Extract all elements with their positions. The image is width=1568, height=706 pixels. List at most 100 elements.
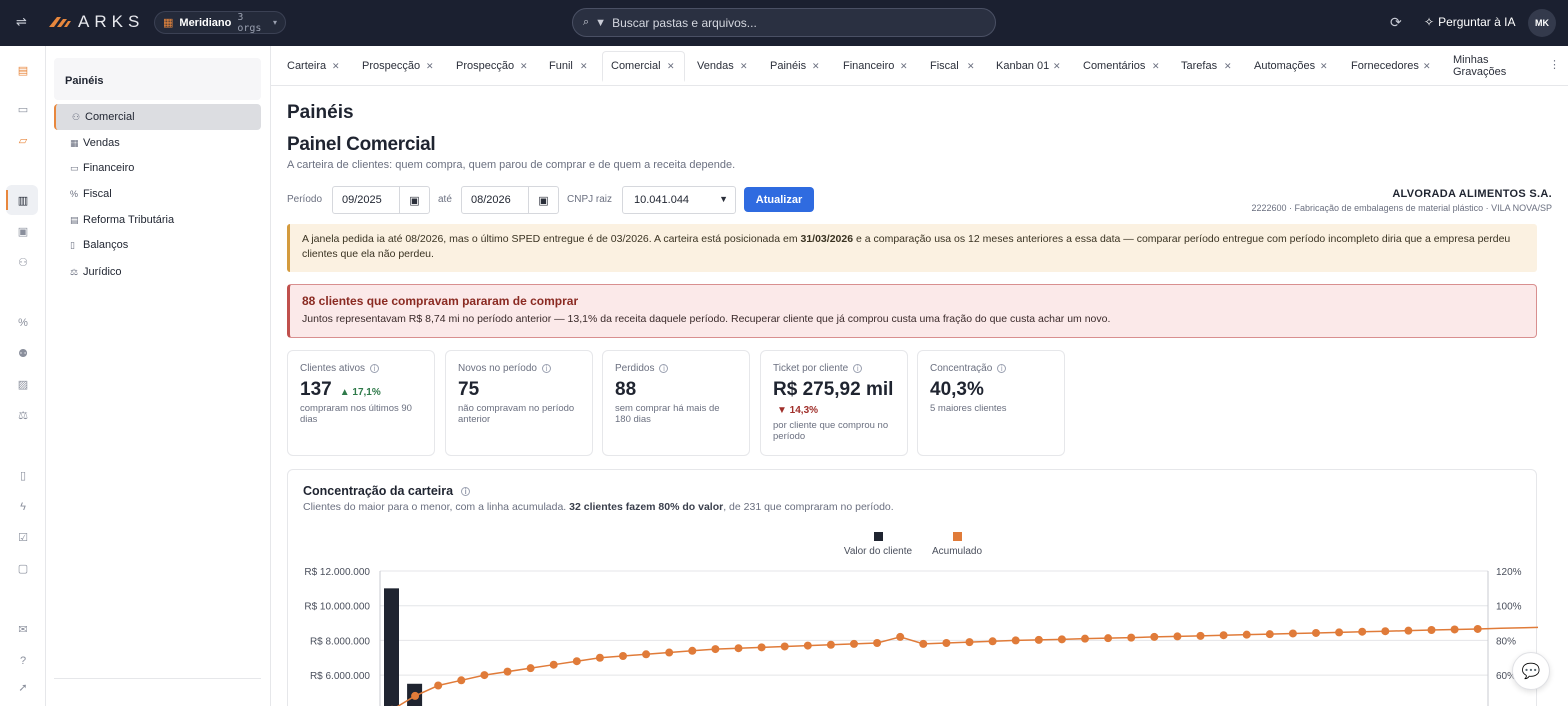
bar-chart-icon[interactable]: ▥ <box>15 193 31 209</box>
file-icon: ▯ <box>70 239 75 250</box>
sidebar-item-juridico[interactable]: ⚖ Jurídico <box>54 259 261 285</box>
close-icon[interactable]: ✕ <box>967 61 975 72</box>
sidebar-item-balancos[interactable]: ▯ Balanços <box>54 232 261 258</box>
cumulative-point <box>1219 631 1228 640</box>
kpi-label: Novos no período <box>458 363 537 374</box>
tab-label: Fornecedores <box>1351 60 1419 72</box>
logo[interactable]: ARKS <box>48 12 144 32</box>
percent-icon[interactable]: % <box>15 315 31 331</box>
ask-ai-button[interactable]: ✧ Perguntar à IA <box>1424 15 1515 29</box>
close-icon[interactable]: ✕ <box>1152 61 1160 72</box>
calendar-icon[interactable]: ▣ <box>528 187 558 213</box>
cumulative-point <box>1057 635 1066 644</box>
cumulative-point <box>572 657 581 666</box>
close-icon[interactable]: ✕ <box>1053 61 1061 72</box>
mail-icon[interactable]: ✉ <box>15 622 31 638</box>
data-window-warning: A janela pedida ia até 08/2026, mas o úl… <box>287 224 1537 272</box>
avatar[interactable]: MK <box>1528 9 1556 37</box>
tab-paineis[interactable]: Painéis ✕ <box>770 52 825 80</box>
sidebar-item-fiscal[interactable]: % Fiscal <box>54 181 261 207</box>
building-icon[interactable]: ▤ <box>15 63 31 79</box>
close-icon[interactable]: ✕ <box>1320 61 1328 72</box>
info-icon[interactable]: i <box>997 364 1007 373</box>
tab-minhas-gravacoes[interactable]: Minhas Gravações <box>1453 52 1543 80</box>
update-button[interactable]: Atualizar <box>744 187 814 212</box>
filter-icon[interactable]: ▼ <box>595 17 606 29</box>
tab-comercial[interactable]: Comercial ✕ <box>602 51 685 82</box>
icon-rail: ▤ ▭ ▱ ▥ ▣ ⚇ % ⚉ ▨ ⚖ ▯ ϟ ☑ ▢ ✉ ? ➚ <box>0 46 46 706</box>
kpi-caption: não compravam no período anterior <box>458 403 575 425</box>
refresh-icon[interactable]: ⟳ <box>1390 14 1402 31</box>
close-icon[interactable]: ✕ <box>667 61 675 72</box>
tab-vendas[interactable]: Vendas ✕ <box>697 52 752 80</box>
cumulative-point <box>1288 629 1297 638</box>
calendar-icon[interactable]: ▣ <box>399 187 429 213</box>
org-switcher[interactable]: ▦ Meridiano 3 orgs ▾ <box>154 11 286 34</box>
y-right-tick-label: 100% <box>1496 602 1522 613</box>
document-icon[interactable]: ▭ <box>15 102 31 118</box>
chat-icon[interactable]: ▢ <box>15 561 31 577</box>
period-to-field[interactable]: 08/2026 ▣ <box>461 186 559 214</box>
tab-carteira[interactable]: Carteira ✕ <box>287 52 347 80</box>
check-icon[interactable]: ☑ <box>15 530 31 546</box>
cumulative-point <box>688 646 697 655</box>
search-input[interactable] <box>612 15 973 30</box>
scale-icon[interactable]: ⚖ <box>15 408 31 424</box>
close-icon[interactable]: ✕ <box>426 61 434 72</box>
kpi-label: Perdidos <box>615 363 655 374</box>
close-icon[interactable]: ✕ <box>332 61 340 72</box>
book-icon[interactable]: ▯ <box>15 468 31 484</box>
top-bar: ⇌ ARKS ▦ Meridiano 3 orgs ▾ ⌕ ▼ ⟳ ✧ Perg… <box>0 0 1568 46</box>
image-icon[interactable]: ▨ <box>15 377 31 393</box>
sliders-icon[interactable]: ⇌ <box>16 14 34 32</box>
rocket-icon[interactable]: ➚ <box>15 680 31 696</box>
cumulative-point <box>780 642 789 651</box>
close-icon[interactable]: ✕ <box>740 61 748 72</box>
sidebar-item-label: Fiscal <box>83 188 112 200</box>
people-icon[interactable]: ⚉ <box>15 346 31 362</box>
tab-financeiro[interactable]: Financeiro ✕ <box>843 52 911 80</box>
tab-fornecedores[interactable]: Fornecedores ✕ <box>1351 52 1431 80</box>
main-content: Painéis Painel Comercial A carteira de c… <box>271 86 1568 706</box>
close-icon[interactable]: ✕ <box>1224 61 1232 72</box>
close-icon[interactable]: ✕ <box>580 61 588 72</box>
tab-automacoes[interactable]: Automações ✕ <box>1254 52 1329 80</box>
tab-funil[interactable]: Funil ✕ <box>549 52 594 80</box>
info-icon[interactable]: i <box>853 364 863 373</box>
info-icon[interactable]: i <box>659 364 669 373</box>
tab-prospeccao-2[interactable]: Prospecção ✕ <box>456 52 534 80</box>
help-icon[interactable]: ? <box>15 653 31 669</box>
tab-tarefas[interactable]: Tarefas ✕ <box>1181 52 1236 80</box>
sidebar-item-label: Comercial <box>85 111 135 123</box>
folder-icon[interactable]: ▱ <box>15 133 31 149</box>
close-icon[interactable]: ✕ <box>520 61 528 72</box>
kpi-label: Concentração <box>930 363 993 374</box>
cnpj-select[interactable]: 10.041.044 ▼ <box>622 186 736 214</box>
bolt-icon[interactable]: ϟ <box>15 499 31 515</box>
tab-kanban-01[interactable]: Kanban 01 ✕ <box>996 52 1064 80</box>
tab-prospeccao[interactable]: Prospecção ✕ <box>362 52 440 80</box>
close-icon[interactable]: ✕ <box>812 61 820 72</box>
close-icon[interactable]: ✕ <box>1423 61 1431 72</box>
close-icon[interactable]: ✕ <box>900 61 908 72</box>
sidebar-item-vendas[interactable]: ▦ Vendas <box>54 130 261 156</box>
sidebar-item-comercial[interactable]: ⚇ Comercial <box>54 104 261 130</box>
users-icon[interactable]: ⚇ <box>15 255 31 271</box>
cumulative-point <box>734 644 743 653</box>
card-icon[interactable]: ▣ <box>15 224 31 240</box>
chat-bubble-icon[interactable]: 💬 <box>1512 652 1550 690</box>
search-bar[interactable]: ⌕ ▼ <box>572 8 996 37</box>
kpi-label: Ticket por cliente <box>773 363 849 374</box>
cumulative-point <box>873 639 882 648</box>
sidebar-item-financeiro[interactable]: ▭ Financeiro <box>54 155 261 181</box>
info-icon[interactable]: i <box>541 364 551 373</box>
period-from-field[interactable]: 09/2025 ▣ <box>332 186 430 214</box>
y-left-tick-label: R$ 8.000.000 <box>310 636 370 647</box>
sidebar-item-reforma-tributaria[interactable]: ▤ Reforma Tributária <box>54 207 261 233</box>
tab-comentarios[interactable]: Comentários ✕ <box>1083 52 1163 80</box>
sidebar-item-label: Balanços <box>83 239 129 251</box>
more-vertical-icon[interactable]: ⋮ <box>1549 58 1560 71</box>
info-icon[interactable]: i <box>370 364 380 373</box>
tab-fiscal[interactable]: Fiscal ✕ <box>930 52 975 80</box>
kpi-card-new-clients: Novos no período i 75 não compravam no pe… <box>445 350 593 456</box>
